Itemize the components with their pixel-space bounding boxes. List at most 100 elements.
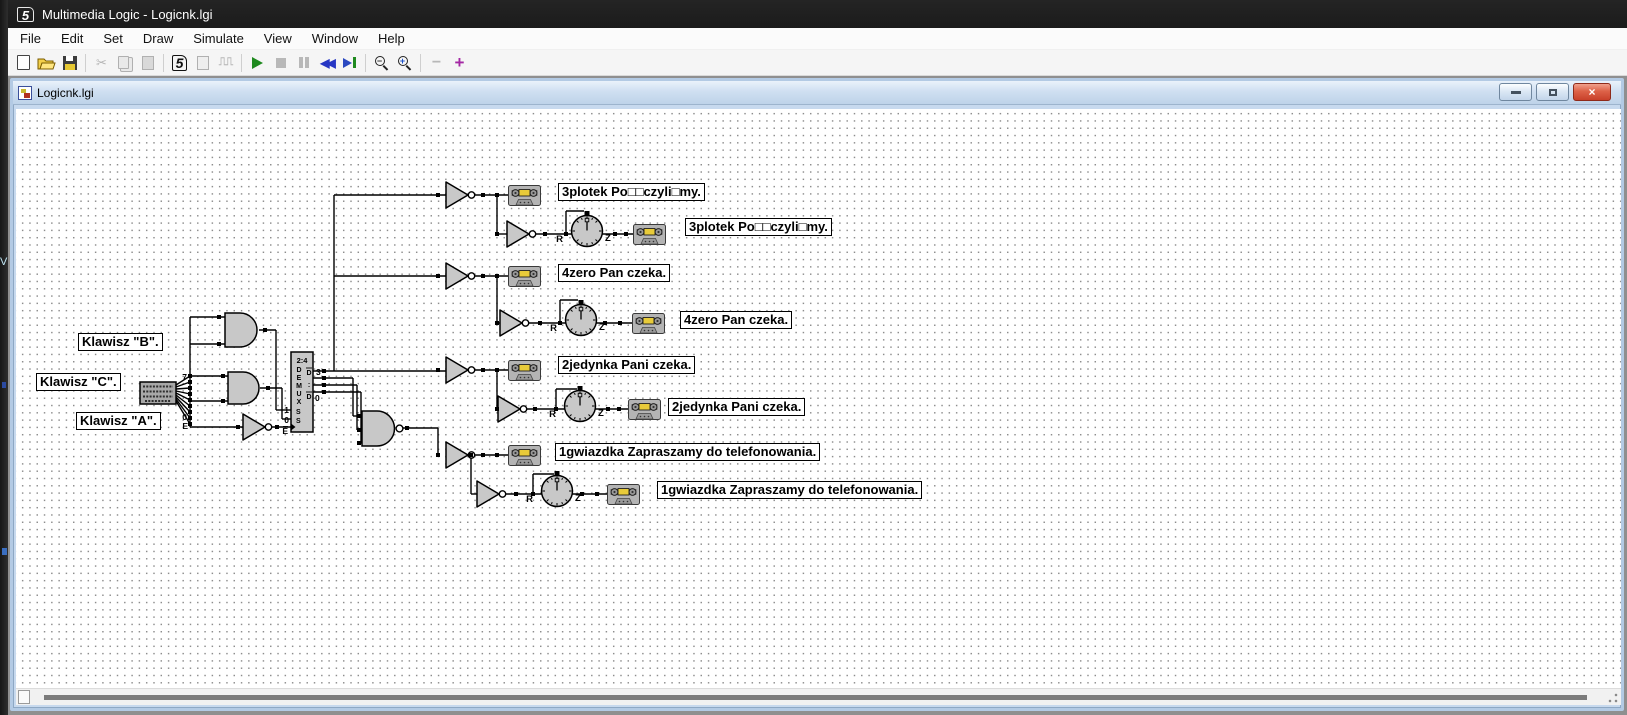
toolbar-separator <box>241 53 242 72</box>
stop-icon <box>275 57 286 68</box>
inverter-row1-a[interactable] <box>445 181 476 209</box>
svg-text:E: E <box>297 375 302 382</box>
menubar: File Edit Set Draw Simulate View Window … <box>8 28 1627 50</box>
cassette-row2-a[interactable] <box>508 266 541 287</box>
step-end-button[interactable] <box>338 52 361 74</box>
cassette-row2-b[interactable] <box>632 313 665 334</box>
label-row1-b[interactable]: 3plotek Po□□czyli□my. <box>685 218 832 236</box>
signal-wave-icon: ⎍⎍ <box>218 56 233 68</box>
menu-edit[interactable]: Edit <box>51 29 93 48</box>
cassette-row3-a[interactable] <box>508 360 541 381</box>
label-row4-a[interactable]: 1gwiazdka Zapraszamy do telefonowania. <box>555 443 821 461</box>
cassette-row4-a[interactable] <box>508 445 541 466</box>
scrollbar-left-button[interactable] <box>18 690 30 704</box>
svg-text:S: S <box>296 409 301 416</box>
cut-button[interactable]: ✂ <box>90 52 113 74</box>
svg-text:X: X <box>297 399 302 406</box>
keyboard-component[interactable] <box>139 381 177 405</box>
demux-sel-0: 0 <box>284 415 289 425</box>
label-klawisz-b[interactable]: Klawisz "B". <box>78 333 163 351</box>
svg-text:S: S <box>296 418 301 425</box>
keyboard-pin-e: E <box>182 421 188 431</box>
new-button[interactable] <box>12 52 35 74</box>
inverter-row1-b[interactable] <box>506 220 537 248</box>
cassette-row4-b[interactable] <box>607 484 640 505</box>
toolbar-separator <box>85 53 86 72</box>
timer-row1[interactable] <box>570 210 604 248</box>
zoom-out-button[interactable]: − <box>370 52 393 74</box>
rewind-icon: ◀◀ <box>320 55 336 70</box>
step-end-icon <box>343 57 356 68</box>
timer-r-label: R <box>556 234 563 245</box>
run-button[interactable] <box>246 52 269 74</box>
paste-clipboard-icon <box>141 55 154 70</box>
copy-button[interactable] <box>113 52 136 74</box>
label-klawisz-a[interactable]: Klawisz "A". <box>76 412 161 430</box>
menu-draw[interactable]: Draw <box>133 29 183 48</box>
paste-button[interactable] <box>136 52 159 74</box>
timer-row3[interactable] <box>563 385 597 423</box>
mdi-area: Logicnk.lgi × 7 0 E 2:4 D E M U X D: D … <box>8 76 1627 715</box>
label-row3-a[interactable]: 2jedynka Pani czeka. <box>558 356 696 374</box>
label-row1-a[interactable]: 3plotek Po□□czyli□my. <box>558 183 705 201</box>
cassette-row1-b[interactable] <box>633 224 666 245</box>
open-folder-icon <box>37 58 56 69</box>
save-button[interactable] <box>58 52 81 74</box>
timer-row4[interactable] <box>540 470 574 508</box>
open-button[interactable] <box>35 52 58 74</box>
maximize-icon <box>1548 88 1557 96</box>
menu-set[interactable]: Set <box>93 29 133 48</box>
zoom-in-button[interactable]: + <box>393 52 416 74</box>
svg-text::: : <box>308 382 310 389</box>
report-button[interactable] <box>191 52 214 74</box>
label-row2-a[interactable]: 4zero Pan czeka. <box>558 264 671 282</box>
remove-button[interactable]: − <box>425 52 448 74</box>
signals-button[interactable]: ⎍⎍ <box>214 52 237 74</box>
close-button[interactable]: × <box>1573 83 1611 101</box>
schematic-canvas[interactable]: 7 0 E 2:4 D E M U X D: D S S 3 0 1 0 E … <box>16 109 1621 693</box>
pause-button[interactable] <box>292 52 315 74</box>
document-titlebar[interactable]: Logicnk.lgi × <box>13 81 1621 105</box>
desktop-edge: V <box>0 0 8 715</box>
scrollbar-thumb[interactable] <box>44 695 1587 700</box>
menu-simulate[interactable]: Simulate <box>183 29 254 48</box>
rewind-button[interactable]: ◀◀ <box>315 52 338 74</box>
horizontal-scrollbar[interactable] <box>16 688 1621 705</box>
inverter-row4-b[interactable] <box>476 480 507 508</box>
label-row3-b[interactable]: 2jedynka Pani czeka. <box>668 398 806 416</box>
label-row2-b[interactable]: 4zero Pan czeka. <box>680 311 793 329</box>
label-klawisz-c[interactable]: Klawisz "C". <box>36 373 121 391</box>
inverter-enable[interactable] <box>242 413 273 441</box>
inverter-row2-a[interactable] <box>445 262 476 290</box>
document-title: Logicnk.lgi <box>37 85 94 100</box>
inverter-row3-a[interactable] <box>445 356 476 384</box>
app-window: 5 Multimedia Logic - Logicnk.lgi File Ed… <box>8 0 1627 715</box>
menu-file[interactable]: File <box>10 29 51 48</box>
cassette-row1-a[interactable] <box>508 185 541 206</box>
add-button[interactable]: + <box>448 52 471 74</box>
minimize-button[interactable] <box>1499 83 1532 101</box>
demux-out-0: 0 <box>315 393 320 403</box>
inverter-row3-b[interactable] <box>497 395 528 423</box>
timer-row2[interactable] <box>564 299 598 337</box>
maximize-button[interactable] <box>1536 83 1569 101</box>
menu-view[interactable]: View <box>254 29 302 48</box>
menu-window[interactable]: Window <box>302 29 368 48</box>
cut-scissors-icon: ✂ <box>96 54 107 70</box>
cassette-row3-b[interactable] <box>628 399 661 420</box>
demux-component[interactable]: 2:4 D E M U X D : D S S <box>290 351 314 433</box>
svg-text:D: D <box>306 394 311 401</box>
and-gate-2[interactable] <box>227 371 260 405</box>
nand-gate[interactable] <box>361 410 404 447</box>
minus-icon: − <box>431 53 442 71</box>
copy-icon <box>117 56 129 69</box>
resize-grip[interactable] <box>1608 693 1618 703</box>
new-file-icon <box>17 55 30 70</box>
logo-tool-button[interactable]: 5 <box>168 52 191 74</box>
toolbar-separator <box>420 53 421 72</box>
label-row4-b[interactable]: 1gwiazdka Zapraszamy do telefonowania. <box>657 481 923 499</box>
and-gate-1[interactable] <box>224 312 258 348</box>
inverter-row2-b[interactable] <box>499 309 530 337</box>
menu-help[interactable]: Help <box>368 29 415 48</box>
stop-button[interactable] <box>269 52 292 74</box>
